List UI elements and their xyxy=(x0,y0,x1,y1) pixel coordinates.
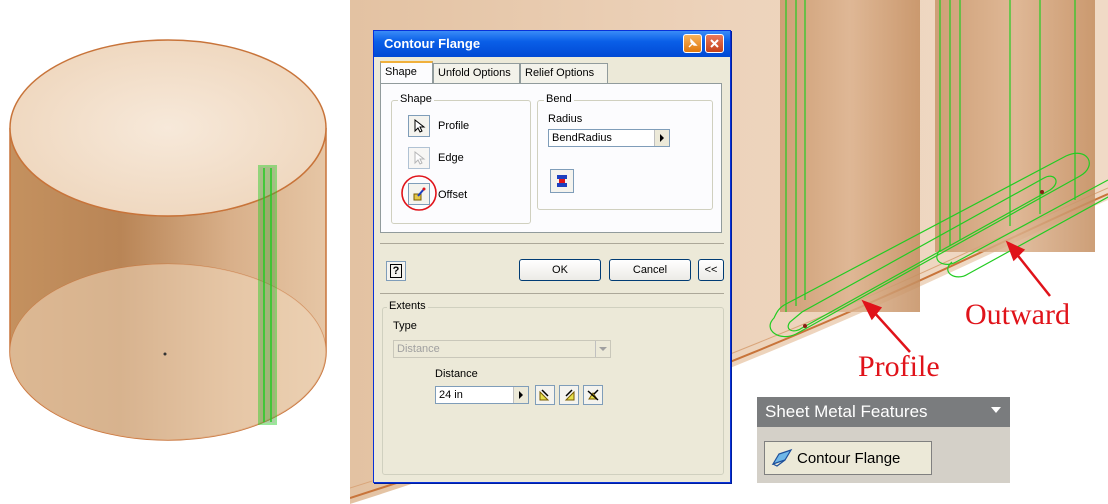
contour-flange-label: Contour Flange xyxy=(797,449,901,467)
close-icon xyxy=(710,39,719,48)
radius-combobox[interactable]: BendRadius xyxy=(548,129,670,147)
bend-group-label: Bend xyxy=(544,93,574,105)
arrow-cursor-icon xyxy=(414,119,426,133)
distance-label: Distance xyxy=(435,368,478,380)
bend-group: Bend Radius BendRadius xyxy=(537,93,713,210)
extents-label: Extents xyxy=(387,300,428,312)
offset-label: Offset xyxy=(438,189,468,201)
shape-tab-panel: Shape Profile Edge Offset Bend Radius Be… xyxy=(380,83,722,233)
collapse-button[interactable]: << xyxy=(698,259,724,281)
bend-direction-button[interactable] xyxy=(550,169,574,193)
dialog-title: Contour Flange xyxy=(384,36,481,51)
distance-value: 24 in xyxy=(439,389,463,401)
radius-label: Radius xyxy=(548,113,583,125)
symmetric-icon xyxy=(587,389,599,401)
profile-callout: Profile xyxy=(858,350,940,383)
outward-callout: Outward xyxy=(965,298,1070,331)
type-combobox[interactable]: Distance xyxy=(393,340,611,358)
pin-icon xyxy=(688,38,698,48)
shape-group-label: Shape xyxy=(398,93,434,105)
separator xyxy=(380,293,724,294)
contour-flange-button[interactable]: Contour Flange xyxy=(764,441,932,475)
distance-combobox[interactable]: 24 in xyxy=(435,386,529,404)
bend-icon xyxy=(557,175,567,187)
profile-select-button[interactable] xyxy=(408,115,430,137)
radius-value: BendRadius xyxy=(552,132,612,144)
cylinder-model-view xyxy=(0,0,350,504)
highlight-circle xyxy=(401,175,437,211)
panel-title: Sheet Metal Features xyxy=(765,402,928,421)
dialog-titlebar[interactable]: Contour Flange xyxy=(374,31,730,57)
pin-button[interactable] xyxy=(683,34,702,53)
tab-shape[interactable]: Shape xyxy=(380,61,433,83)
close-button[interactable] xyxy=(705,34,724,53)
sheet-metal-features-panel-header[interactable]: Sheet Metal Features xyxy=(757,397,1010,427)
direction-1-button[interactable] xyxy=(535,385,555,405)
separator xyxy=(380,243,724,244)
extents-group: Extents Type Distance Distance 24 in xyxy=(382,300,724,475)
tab-relief-options[interactable]: Relief Options xyxy=(520,63,608,83)
shape-group: Shape Profile Edge Offset xyxy=(391,93,531,224)
contour-flange-dialog: Contour Flange Shape Unfold Options Reli… xyxy=(373,30,731,483)
symmetric-button[interactable] xyxy=(583,385,603,405)
edge-select-button[interactable] xyxy=(408,147,430,169)
dropdown-arrow-icon xyxy=(595,341,610,357)
help-button[interactable]: ? xyxy=(386,261,406,281)
ok-button[interactable]: OK xyxy=(519,259,601,281)
help-icon: ? xyxy=(389,264,403,278)
cancel-button[interactable]: Cancel xyxy=(609,259,691,281)
edge-label: Edge xyxy=(438,152,464,164)
dropdown-arrow-icon[interactable] xyxy=(513,387,528,403)
selected-profile-highlight xyxy=(258,165,277,425)
type-value: Distance xyxy=(397,343,440,355)
dropdown-arrow-icon[interactable] xyxy=(654,130,669,146)
direction-1-icon xyxy=(539,389,550,401)
arrow-cursor-icon xyxy=(414,151,426,165)
tab-unfold-options[interactable]: Unfold Options xyxy=(433,63,520,83)
direction-2-button[interactable] xyxy=(559,385,579,405)
chevron-down-icon[interactable] xyxy=(991,407,1001,414)
type-label: Type xyxy=(393,320,417,332)
contour-flange-icon xyxy=(771,448,793,468)
cylinder-top-face xyxy=(9,39,327,217)
direction-2-icon xyxy=(564,389,575,401)
profile-label: Profile xyxy=(438,120,470,132)
